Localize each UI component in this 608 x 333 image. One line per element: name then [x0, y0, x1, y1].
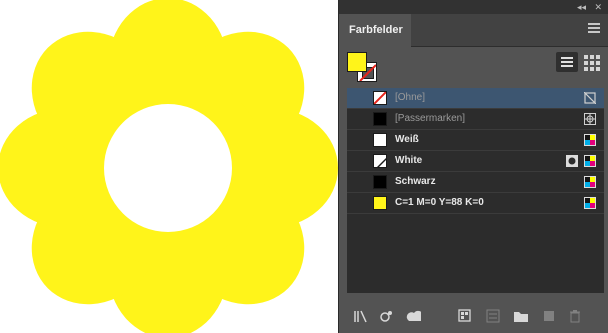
- panel-title-bar[interactable]: ◂◂ ✕: [339, 0, 608, 14]
- show-swatch-kinds-icon[interactable]: [379, 308, 395, 324]
- spot-white-swatch-chip: [373, 154, 387, 168]
- thumbnail-view-icon[interactable]: [582, 52, 602, 72]
- fill-swatch[interactable]: [347, 52, 367, 72]
- cmyk-icon: [584, 155, 596, 167]
- flower-center: [104, 104, 232, 232]
- spot-icon: [566, 155, 578, 167]
- color-group-icon[interactable]: [485, 308, 501, 324]
- cmyk-icon: [584, 197, 596, 209]
- black-swatch-chip: [373, 175, 387, 189]
- yellow-swatch-chip: [373, 196, 387, 210]
- swatch-options-icon[interactable]: [457, 308, 473, 324]
- swatch-row-weiss[interactable]: Weiß: [347, 130, 604, 151]
- swatch-row-yellow[interactable]: C=1 M=0 Y=88 K=0: [347, 193, 604, 214]
- swatch-label: Schwarz: [395, 176, 436, 187]
- no-edit-icon: [583, 91, 597, 105]
- registration-swatch-chip: [373, 112, 387, 126]
- swatch-row-white[interactable]: White: [347, 151, 604, 172]
- cmyk-icon: [584, 176, 596, 188]
- registration-icon: [584, 113, 596, 125]
- cmyk-icon: [584, 134, 596, 146]
- swatch-list: [Ohne] [Passermarken] Weiß White Schwarz…: [347, 88, 604, 293]
- panel-header: Farbfelder: [339, 14, 608, 47]
- artboard-canvas[interactable]: [0, 0, 338, 333]
- white-swatch-chip: [373, 133, 387, 147]
- none-swatch-chip: [373, 91, 387, 105]
- swatch-label: [Ohne]: [395, 92, 426, 103]
- list-view-icon[interactable]: [556, 52, 578, 72]
- swatch-label: White: [395, 155, 423, 166]
- collapse-icon[interactable]: ◂◂: [577, 0, 586, 14]
- swatch-row-registration[interactable]: [Passermarken]: [347, 109, 604, 130]
- swatches-panel: ◂◂ ✕ Farbfelder [Ohne] [Passermarken] We…: [338, 0, 608, 333]
- panel-footer: [339, 300, 608, 333]
- swatch-label: [Passermarken]: [395, 113, 466, 124]
- yellow-flower-artwork[interactable]: [0, 0, 338, 333]
- tab-farbfelder[interactable]: Farbfelder: [339, 14, 411, 47]
- panel-menu-icon[interactable]: [588, 23, 600, 35]
- new-color-group-icon[interactable]: [513, 308, 529, 324]
- swatch-label: Weiß: [395, 134, 419, 145]
- swatch-label: C=1 M=0 Y=88 K=0: [395, 197, 484, 208]
- swatch-row-none[interactable]: [Ohne]: [347, 88, 604, 109]
- trash-icon[interactable]: [567, 308, 583, 324]
- cloud-library-icon[interactable]: [405, 308, 427, 324]
- swatch-libraries-icon[interactable]: [353, 308, 369, 324]
- new-swatch-icon[interactable]: [541, 308, 557, 324]
- swatch-row-schwarz[interactable]: Schwarz: [347, 172, 604, 193]
- fill-stroke-indicator[interactable]: [347, 52, 379, 84]
- close-icon[interactable]: ✕: [594, 0, 602, 14]
